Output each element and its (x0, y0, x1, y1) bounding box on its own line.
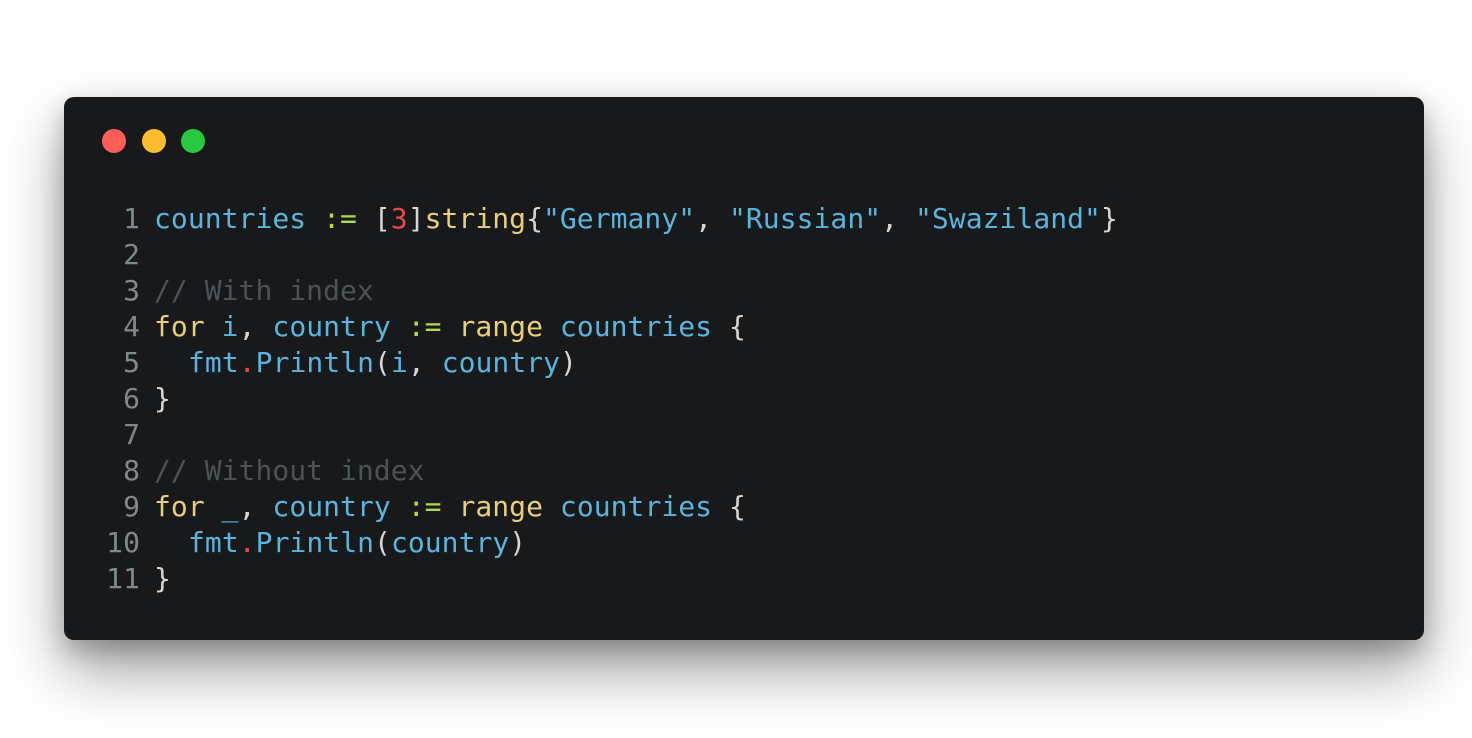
code-text: // Without index (154, 453, 425, 489)
code-text: fmt.Println(country) (154, 525, 526, 561)
code-line: 8 // Without index (104, 453, 1118, 489)
close-icon[interactable] (102, 129, 126, 153)
token-punctuation: } (154, 562, 171, 595)
token-identifier: countries (154, 202, 307, 235)
code-line: 7 (104, 417, 1118, 453)
code-line: 3 // With index (104, 273, 1118, 309)
code-line: 1 countries := [3]string{"Germany", "Russ… (104, 201, 1118, 237)
token-keyword: for (154, 490, 205, 523)
token-punctuation: , (238, 310, 273, 343)
token-keyword: range (458, 310, 543, 343)
token-keyword: for (154, 310, 205, 343)
token-punctuation: { (729, 310, 746, 343)
token-punctuation: } (1100, 202, 1118, 235)
token-number: 3 (390, 202, 408, 235)
code-line: 9 for _, country := range countries { (104, 489, 1118, 525)
token-comment: // Without index (154, 454, 425, 487)
code-line: 4 for i, country := range countries { (104, 309, 1118, 345)
minimize-icon[interactable] (142, 129, 166, 153)
line-number: 11 (106, 562, 140, 595)
token-comment: // With index (154, 274, 374, 307)
token-identifier: countries (559, 310, 713, 343)
maximize-icon[interactable] (181, 129, 205, 153)
token-identifier: country (272, 490, 391, 523)
token-string: "Russian" (728, 202, 882, 235)
code-line: 10 fmt.Println(country) (104, 525, 1118, 561)
token-punctuation: { (526, 202, 543, 235)
code-line: 11} (104, 561, 1118, 597)
token-keyword: string (424, 202, 527, 235)
code-text: // With index (154, 273, 374, 309)
token-punctuation: } (154, 382, 171, 415)
code-line: 5 fmt.Println(i, country) (104, 345, 1118, 381)
line-number: 8 (123, 454, 140, 487)
token-punctuation: [ (373, 202, 391, 235)
code-text: } (154, 381, 171, 417)
token-dot: . (238, 526, 256, 559)
code-text: for _, country := range countries { (154, 489, 746, 525)
token-punctuation: , (881, 202, 915, 235)
token-identifier: fmt (188, 526, 239, 559)
token-operator: := (323, 202, 357, 235)
token-punctuation: { (729, 490, 746, 523)
code-text: fmt.Println(i, country) (154, 345, 577, 381)
token-string: "Swaziland" (914, 202, 1101, 235)
token-dot: . (238, 346, 256, 379)
code-editor: 1 countries := [3]string{"Germany", "Russ… (104, 201, 1118, 597)
line-number: 9 (123, 490, 140, 523)
token-keyword: range (458, 490, 543, 523)
token-identifier: Println (255, 526, 375, 559)
code-window: 1 countries := [3]string{"Germany", "Russ… (64, 97, 1424, 640)
token-identifier: i (390, 346, 408, 379)
line-number: 4 (123, 310, 140, 343)
code-text: countries := [3]string{"Germany", "Russi… (154, 201, 1118, 237)
token-operator: := (407, 490, 442, 523)
token-punctuation: ( (374, 526, 391, 559)
token-punctuation: ) (509, 526, 527, 559)
token-punctuation: , (407, 346, 442, 379)
line-number: 10 (106, 526, 140, 559)
token-identifier: country (441, 346, 561, 379)
line-number: 7 (123, 418, 140, 451)
token-punctuation: , (238, 490, 273, 523)
token-identifier: country (272, 310, 391, 343)
line-number: 2 (123, 238, 140, 271)
token-identifier: countries (559, 490, 713, 523)
token-punctuation: ] (407, 202, 425, 235)
token-punctuation: ) (560, 346, 577, 379)
line-number: 6 (123, 382, 140, 415)
code-line: 2 (104, 237, 1118, 273)
code-text: for i, country := range countries { (154, 309, 746, 345)
token-identifier: _ (221, 490, 239, 523)
token-identifier: i (221, 310, 239, 343)
line-number: 1 (123, 202, 140, 235)
token-punctuation: , (695, 202, 729, 235)
code-text: } (154, 561, 171, 597)
line-number: 5 (123, 346, 140, 379)
token-identifier: Println (255, 346, 375, 379)
token-operator: := (407, 310, 442, 343)
token-identifier: country (390, 526, 510, 559)
token-punctuation: ( (374, 346, 391, 379)
code-line: 6} (104, 381, 1118, 417)
token-identifier: fmt (188, 346, 239, 379)
line-number: 3 (123, 274, 140, 307)
token-string: "Germany" (542, 202, 696, 235)
